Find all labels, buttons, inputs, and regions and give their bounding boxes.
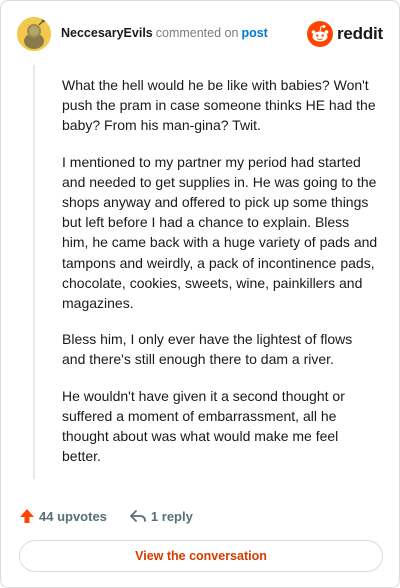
thread-line [33, 65, 35, 479]
comment-paragraph: Bless him, I only ever have the lightest… [62, 331, 353, 368]
comment-paragraph: I mentioned to my partner my period had … [62, 153, 378, 312]
comment-card: NeccesaryEvils commented on post reddit Wh… [0, 0, 400, 588]
comment-paragraph: What the hell would he be like with babi… [62, 77, 376, 134]
comment-header: NeccesaryEvils commented on post reddit [17, 17, 383, 51]
comment-actions: 44 upvotes 1 reply [19, 505, 215, 527]
commented-label: commented on [155, 26, 239, 40]
reply-count: 1 reply [150, 508, 193, 524]
brand-name: reddit [336, 24, 383, 43]
upvote-arrow-icon [20, 509, 34, 523]
upvote-count: 44 upvotes [39, 508, 107, 524]
reddit-logo-icon [306, 21, 333, 47]
view-conversation-button[interactable]: View the conversation [19, 540, 383, 572]
username[interactable]: NeccesaryEvils [61, 26, 153, 40]
comment-body: What the hell would he be like with babi… [62, 75, 378, 482]
comment-meta: NeccesaryEvils commented on post [61, 26, 268, 40]
upvote-button[interactable]: 44 upvotes [19, 508, 107, 524]
avatar[interactable] [17, 17, 51, 51]
reply-button[interactable]: 1 reply [129, 508, 193, 524]
post-link[interactable]: post [241, 26, 267, 40]
comment-paragraph: He wouldn't have given it a second thoug… [62, 387, 345, 465]
reddit-brand[interactable]: reddit [306, 20, 383, 48]
reply-arrow-icon [130, 510, 146, 522]
